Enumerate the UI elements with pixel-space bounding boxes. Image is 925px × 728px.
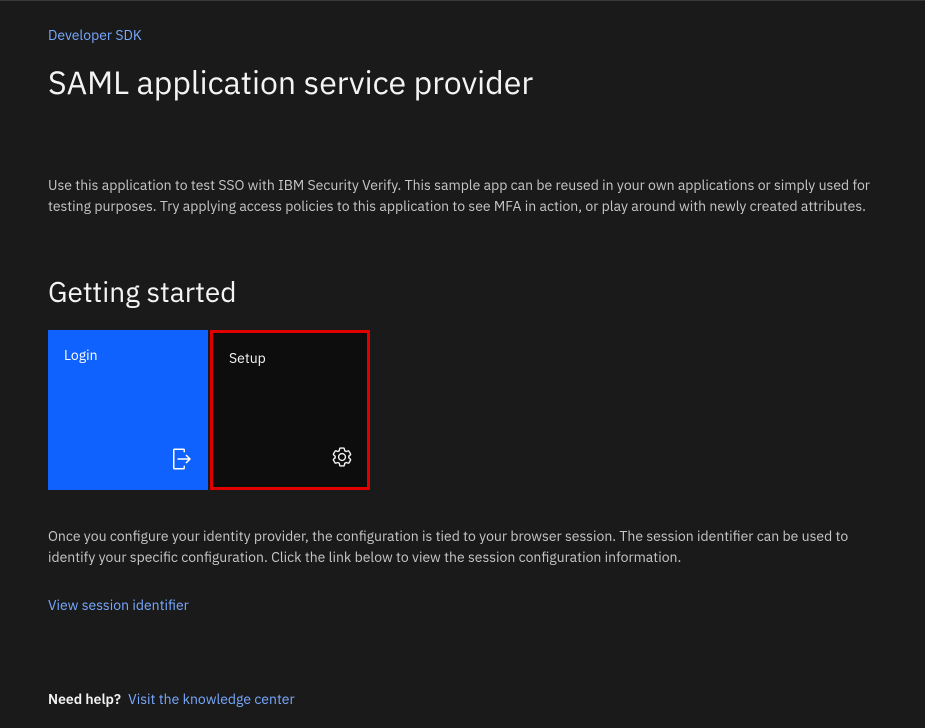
footer: Need help? Visit the knowledge center	[48, 690, 295, 708]
tiles-row: Login Setup	[48, 330, 877, 490]
intro-paragraph: Use this application to test SSO with IB…	[48, 175, 877, 217]
login-tile[interactable]: Login	[48, 330, 208, 490]
main-container: Developer SDK SAML application service p…	[0, 1, 925, 615]
login-tile-label: Login	[64, 346, 192, 364]
setup-tile[interactable]: Setup	[210, 330, 370, 490]
view-session-link[interactable]: View session identifier	[48, 596, 189, 614]
config-paragraph: Once you configure your identity provide…	[48, 526, 877, 568]
gear-icon	[331, 446, 353, 473]
breadcrumb-link[interactable]: Developer SDK	[48, 26, 142, 44]
getting-started-heading: Getting started	[48, 273, 877, 310]
footer-label: Need help?	[48, 690, 121, 708]
setup-tile-label: Setup	[229, 349, 351, 367]
page-title: SAML application service provider	[48, 61, 877, 103]
knowledge-center-link[interactable]: Visit the knowledge center	[128, 690, 294, 708]
login-icon	[170, 447, 194, 476]
